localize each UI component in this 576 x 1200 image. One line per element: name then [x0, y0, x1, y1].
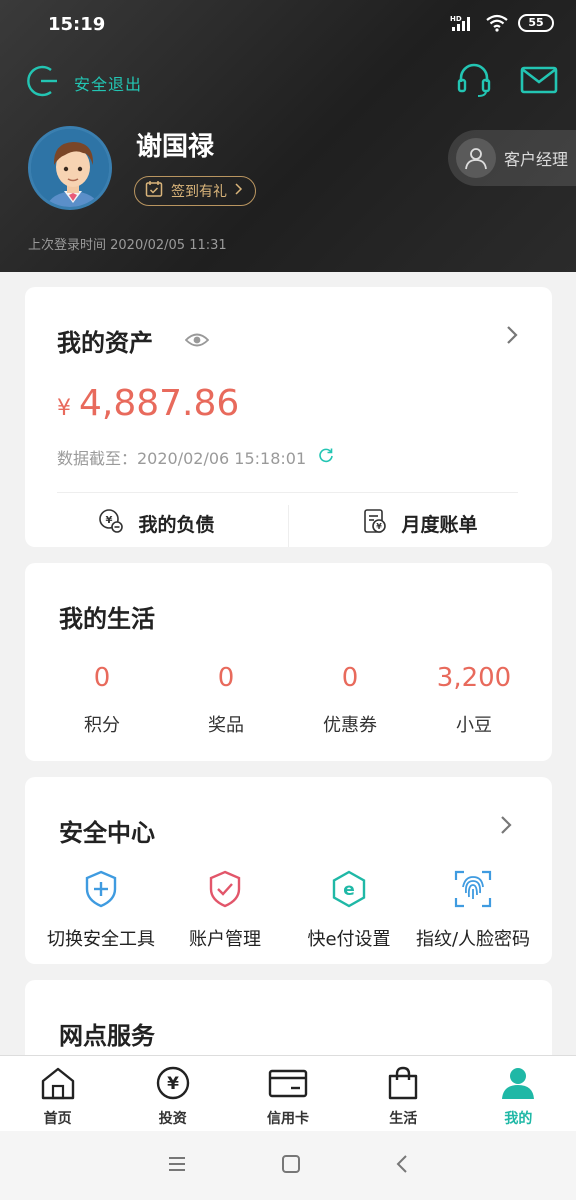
- points-stat[interactable]: 0 积分: [40, 663, 164, 737]
- account-management[interactable]: 账户管理: [163, 869, 287, 951]
- life-card: 我的生活 0 积分 0 奖品 0 优惠券 3,200 小豆: [25, 563, 552, 761]
- life-title: 我的生活: [59, 605, 155, 633]
- sec-label: 账户管理: [189, 929, 261, 950]
- sec-label: 指纹/人脸密码: [415, 929, 531, 950]
- tab-mine[interactable]: 我的: [461, 1056, 576, 1131]
- asset-actions: ¥ 我的负债 ¥ 月度账单: [25, 499, 552, 547]
- tab-invest[interactable]: ¥ 投资: [115, 1056, 230, 1131]
- stat-label: 积分: [84, 715, 120, 736]
- tab-label: 投资: [158, 1111, 187, 1127]
- my-debt-button[interactable]: ¥ 我的负债: [25, 499, 288, 547]
- svg-text:HD: HD: [450, 15, 462, 23]
- chevron-right-icon: [235, 183, 243, 199]
- asset-value: 4,887.86: [79, 383, 240, 424]
- outlet-title: 网点服务: [59, 1022, 155, 1050]
- status-icons: HD 55: [450, 14, 554, 32]
- stat-label: 小豆: [456, 715, 492, 736]
- tab-credit-card[interactable]: 信用卡: [230, 1056, 345, 1131]
- life-stats: 0 积分 0 奖品 0 优惠券 3,200 小豆: [25, 663, 552, 737]
- switch-security-tool[interactable]: 切换安全工具: [39, 869, 163, 951]
- chevron-right-icon[interactable]: [506, 325, 518, 349]
- sec-label: 快e付设置: [307, 929, 391, 950]
- beans-stat[interactable]: 3,200 小豆: [412, 663, 536, 737]
- credit-card-icon: [268, 1066, 308, 1104]
- signal-icon: HD: [450, 14, 476, 32]
- svg-text:¥: ¥: [106, 515, 113, 526]
- security-title: 安全中心: [59, 819, 155, 847]
- stat-value: 3,200: [436, 663, 512, 693]
- divider: [57, 492, 518, 493]
- shield-plus-icon: [83, 869, 119, 913]
- svg-text:¥: ¥: [167, 1074, 179, 1094]
- person-icon: [500, 1066, 536, 1104]
- tab-label: 信用卡: [267, 1111, 309, 1127]
- logout-button[interactable]: 安全退出: [26, 64, 142, 102]
- signin-reward-button[interactable]: 签到有礼: [134, 176, 256, 206]
- asset-updated-label: 数据截至：2020/02/06 15:18:01: [57, 449, 307, 468]
- shield-check-icon: [207, 869, 243, 913]
- monthly-bill-label: 月度账单: [401, 513, 478, 536]
- stat-label: 优惠券: [323, 715, 377, 736]
- calendar-check-icon: [145, 180, 163, 202]
- power-icon: [26, 64, 60, 102]
- stat-value: 0: [93, 663, 111, 693]
- fingerprint-icon: [453, 869, 493, 913]
- menu-icon[interactable]: [167, 1156, 187, 1176]
- mail-icon[interactable]: [520, 66, 558, 98]
- currency-symbol: ¥: [57, 396, 71, 421]
- stat-label: 奖品: [208, 715, 244, 736]
- e-pay-icon: e: [330, 869, 368, 913]
- bottom-tab-bar: 首页 ¥ 投资 信用卡 生活 我的: [0, 1055, 576, 1131]
- biometric-settings[interactable]: 指纹/人脸密码: [411, 869, 535, 951]
- security-card: 安全中心 切换安全工具 账户管理 e 快e付设置 指纹/人脸密码: [25, 777, 552, 964]
- tab-label: 生活: [389, 1111, 418, 1127]
- person-outline-icon: [456, 138, 496, 178]
- assets-title: 我的资产: [57, 329, 153, 357]
- yen-coin-icon: ¥: [155, 1066, 191, 1104]
- shopping-bag-icon: [386, 1066, 420, 1104]
- manager-label: 客户经理: [504, 150, 569, 169]
- home-icon: [40, 1066, 76, 1104]
- signin-label: 签到有礼: [171, 184, 227, 200]
- asset-updated: 数据截至：2020/02/06 15:18:01: [57, 445, 334, 469]
- svg-text:¥: ¥: [377, 522, 383, 531]
- tab-label: 首页: [43, 1111, 72, 1127]
- avatar[interactable]: [28, 126, 112, 210]
- prizes-stat[interactable]: 0 奖品: [164, 663, 288, 737]
- battery-indicator: 55: [518, 14, 554, 32]
- debt-icon: ¥: [98, 508, 124, 539]
- coupons-stat[interactable]: 0 优惠券: [288, 663, 412, 737]
- tab-home[interactable]: 首页: [0, 1056, 115, 1131]
- status-bar: 15:19 HD 55: [0, 0, 576, 52]
- refresh-icon[interactable]: [318, 447, 334, 467]
- logout-label: 安全退出: [74, 75, 143, 94]
- asset-amount: ¥ 4,887.86: [57, 383, 239, 424]
- headset-icon[interactable]: [456, 62, 492, 102]
- bill-icon: ¥: [363, 508, 387, 539]
- account-manager-button[interactable]: 客户经理: [448, 130, 576, 186]
- stat-value: 0: [341, 663, 359, 693]
- tab-label: 我的: [504, 1111, 533, 1127]
- assets-card[interactable]: 我的资产 ¥ 4,887.86 数据截至：2020/02/06 15:18:01…: [25, 287, 552, 547]
- user-name: 谢国禄: [136, 132, 215, 162]
- svg-text:e: e: [343, 880, 355, 900]
- profile-header: 15:19 HD 55 安全退出 谢国禄 签到有礼 上次登录时间 2020/02…: [0, 0, 576, 272]
- monthly-bill-button[interactable]: ¥ 月度账单: [289, 499, 552, 547]
- eye-icon[interactable]: [184, 331, 210, 353]
- chevron-right-icon[interactable]: [500, 815, 512, 839]
- status-time: 15:19: [48, 14, 106, 35]
- sec-label: 切换安全工具: [47, 929, 155, 950]
- security-items: 切换安全工具 账户管理 e 快e付设置 指纹/人脸密码: [39, 869, 552, 951]
- stat-value: 0: [217, 663, 235, 693]
- wifi-icon: [486, 14, 508, 32]
- system-nav-bar: [0, 1131, 576, 1200]
- home-square-icon[interactable]: [281, 1154, 301, 1178]
- tab-life[interactable]: 生活: [346, 1056, 461, 1131]
- my-debt-label: 我的负债: [138, 513, 215, 536]
- last-login-time: 上次登录时间 2020/02/05 11:31: [28, 238, 227, 253]
- back-icon[interactable]: [395, 1154, 409, 1178]
- e-pay-settings[interactable]: e 快e付设置: [287, 869, 411, 951]
